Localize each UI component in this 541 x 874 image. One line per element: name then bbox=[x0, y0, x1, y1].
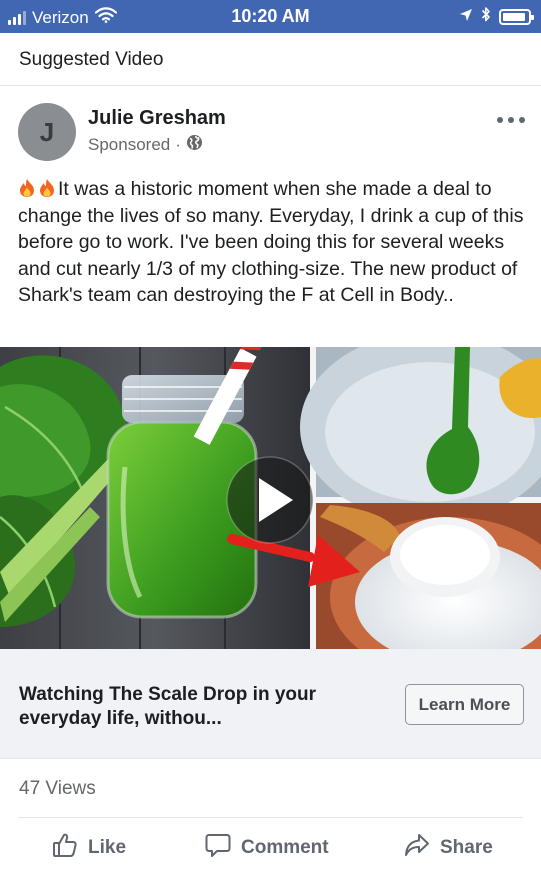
location-arrow-icon bbox=[459, 8, 473, 27]
status-right bbox=[459, 6, 534, 28]
section-title: Suggested Video bbox=[19, 49, 164, 70]
battery-level bbox=[503, 13, 525, 21]
share-arrow-icon bbox=[404, 832, 430, 864]
globe-icon bbox=[186, 134, 203, 156]
avatar-initial: J bbox=[39, 116, 55, 147]
comment-bubble-icon bbox=[205, 832, 231, 864]
link-title[interactable]: Watching The Scale Drop in your everyday… bbox=[19, 683, 379, 731]
battery-icon bbox=[499, 9, 534, 25]
bluetooth-icon bbox=[481, 6, 491, 28]
play-icon[interactable] bbox=[226, 456, 314, 544]
author-name[interactable]: Julie Gresham bbox=[88, 107, 226, 130]
learn-more-button[interactable]: Learn More bbox=[405, 684, 524, 725]
post-meta: Sponsored · bbox=[88, 134, 203, 156]
video-thumbnail[interactable] bbox=[0, 347, 541, 649]
section-header: Suggested Video bbox=[0, 33, 541, 86]
sponsored-label[interactable]: Sponsored bbox=[88, 135, 170, 155]
share-label: Share bbox=[440, 837, 493, 858]
view-count[interactable]: 47 Views bbox=[19, 778, 96, 800]
avatar[interactable]: J bbox=[18, 103, 76, 161]
fire-emoji-icon bbox=[38, 178, 56, 198]
action-bar: Like Comment Share bbox=[0, 818, 541, 874]
post-text: It was a historic moment when she made a… bbox=[18, 176, 528, 309]
comment-button[interactable]: Comment bbox=[205, 832, 329, 864]
powder-photo bbox=[316, 503, 541, 649]
like-label: Like bbox=[88, 837, 127, 858]
status-bar: Verizon 10:20 AM bbox=[0, 0, 541, 33]
meta-separator: · bbox=[175, 135, 181, 154]
post-body: It was a historic moment when she made a… bbox=[18, 178, 524, 306]
share-button[interactable]: Share bbox=[404, 832, 493, 864]
spoon-photo bbox=[300, 347, 541, 522]
comment-label: Comment bbox=[241, 837, 329, 858]
thumbs-up-icon bbox=[52, 832, 78, 864]
like-button[interactable]: Like bbox=[52, 832, 126, 864]
fire-emoji-icon bbox=[18, 178, 36, 198]
more-options-icon[interactable] bbox=[497, 110, 525, 130]
